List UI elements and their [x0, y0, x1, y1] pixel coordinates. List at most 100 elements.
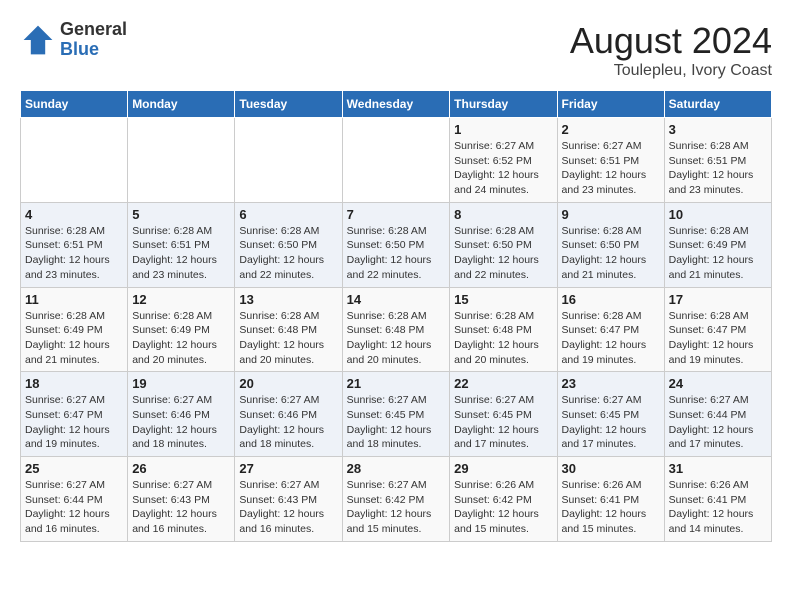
day-number: 18	[25, 376, 123, 391]
calendar-cell	[21, 118, 128, 203]
day-number: 27	[239, 461, 337, 476]
day-number: 10	[669, 207, 767, 222]
day-number: 3	[669, 122, 767, 137]
title-block: August 2024 Toulepleu, Ivory Coast	[570, 20, 772, 80]
calendar-cell: 27Sunrise: 6:27 AMSunset: 6:43 PMDayligh…	[235, 457, 342, 542]
weekday-header-monday: Monday	[128, 91, 235, 118]
day-number: 29	[454, 461, 552, 476]
day-number: 11	[25, 292, 123, 307]
day-info: Sunrise: 6:28 AMSunset: 6:47 PMDaylight:…	[562, 309, 660, 368]
day-info: Sunrise: 6:27 AMSunset: 6:44 PMDaylight:…	[25, 478, 123, 537]
calendar-cell: 18 Sunrise: 6:27 AMSunset: 6:47 PMDayligh…	[21, 372, 128, 457]
sub-title: Toulepleu, Ivory Coast	[570, 62, 772, 80]
day-number: 12	[132, 292, 230, 307]
page-header: General Blue August 2024 Toulepleu, Ivor…	[20, 20, 772, 80]
calendar-cell: 25 Sunrise: 6:27 AMSunset: 6:44 PMDayligh…	[21, 457, 128, 542]
calendar-cell: 7 Sunrise: 6:28 AMSunset: 6:50 PMDaylight…	[342, 202, 450, 287]
weekday-header-tuesday: Tuesday	[235, 91, 342, 118]
day-number: 25	[25, 461, 123, 476]
calendar-cell: 21Sunrise: 6:27 AMSunset: 6:45 PMDayligh…	[342, 372, 450, 457]
weekday-header-wednesday: Wednesday	[342, 91, 450, 118]
logo-blue: Blue	[60, 39, 99, 59]
calendar-cell: 11 Sunrise: 6:28 AMSunset: 6:49 PMDayligh…	[21, 287, 128, 372]
calendar-cell: 8 Sunrise: 6:28 AMSunset: 6:50 PMDaylight…	[450, 202, 557, 287]
day-info: Sunrise: 6:27 AMSunset: 6:45 PMDaylight:…	[454, 393, 552, 452]
calendar-cell: 14 Sunrise: 6:28 AMSunset: 6:48 PMDayligh…	[342, 287, 450, 372]
day-info: Sunrise: 6:27 AMSunset: 6:51 PMDaylight:…	[562, 139, 660, 198]
day-number: 8	[454, 207, 552, 222]
day-info: Sunrise: 6:27 AMSunset: 6:46 PMDaylight:…	[239, 393, 337, 452]
calendar-cell: 28 Sunrise: 6:27 AMSunset: 6:42 PMDayligh…	[342, 457, 450, 542]
calendar-cell: 31Sunrise: 6:26 AMSunset: 6:41 PMDayligh…	[664, 457, 771, 542]
day-number: 21	[347, 376, 446, 391]
calendar-cell: 6 Sunrise: 6:28 AMSunset: 6:50 PMDaylight…	[235, 202, 342, 287]
calendar-cell: 3Sunrise: 6:28 AMSunset: 6:51 PMDaylight…	[664, 118, 771, 203]
day-number: 20	[239, 376, 337, 391]
day-info: Sunrise: 6:28 AMSunset: 6:48 PMDaylight:…	[454, 309, 552, 368]
day-info: Sunrise: 6:28 AMSunset: 6:48 PMDaylight:…	[347, 309, 446, 368]
generalblue-logo-icon	[20, 22, 56, 58]
day-number: 15	[454, 292, 552, 307]
calendar-cell: 24Sunrise: 6:27 AMSunset: 6:44 PMDayligh…	[664, 372, 771, 457]
weekday-header-friday: Friday	[557, 91, 664, 118]
day-info: Sunrise: 6:27 AMSunset: 6:42 PMDaylight:…	[347, 478, 446, 537]
day-info: Sunrise: 6:26 AMSunset: 6:41 PMDaylight:…	[669, 478, 767, 537]
calendar-cell: 9 Sunrise: 6:28 AMSunset: 6:50 PMDaylight…	[557, 202, 664, 287]
day-info: Sunrise: 6:28 AMSunset: 6:50 PMDaylight:…	[562, 224, 660, 283]
day-number: 1	[454, 122, 552, 137]
day-number: 17	[669, 292, 767, 307]
day-info: Sunrise: 6:26 AMSunset: 6:42 PMDaylight:…	[454, 478, 552, 537]
day-number: 16	[562, 292, 660, 307]
day-info: Sunrise: 6:27 AMSunset: 6:46 PMDaylight:…	[132, 393, 230, 452]
day-number: 28	[347, 461, 446, 476]
day-info: Sunrise: 6:28 AMSunset: 6:50 PMDaylight:…	[347, 224, 446, 283]
logo: General Blue	[20, 20, 127, 60]
calendar-cell: 5Sunrise: 6:28 AMSunset: 6:51 PMDaylight…	[128, 202, 235, 287]
day-info: Sunrise: 6:27 AMSunset: 6:52 PMDaylight:…	[454, 139, 552, 198]
calendar-cell: 22 Sunrise: 6:27 AMSunset: 6:45 PMDayligh…	[450, 372, 557, 457]
day-number: 26	[132, 461, 230, 476]
day-number: 23	[562, 376, 660, 391]
calendar-cell: 10 Sunrise: 6:28 AMSunset: 6:49 PMDayligh…	[664, 202, 771, 287]
calendar-cell	[128, 118, 235, 203]
day-info: Sunrise: 6:28 AMSunset: 6:49 PMDaylight:…	[25, 309, 123, 368]
day-number: 2	[562, 122, 660, 137]
day-info: Sunrise: 6:28 AMSunset: 6:47 PMDaylight:…	[669, 309, 767, 368]
calendar-cell	[342, 118, 450, 203]
day-info: Sunrise: 6:26 AMSunset: 6:41 PMDaylight:…	[562, 478, 660, 537]
day-number: 13	[239, 292, 337, 307]
day-number: 7	[347, 207, 446, 222]
calendar-cell: 20 Sunrise: 6:27 AMSunset: 6:46 PMDayligh…	[235, 372, 342, 457]
day-number: 4	[25, 207, 123, 222]
calendar-cell: 30Sunrise: 6:26 AMSunset: 6:41 PMDayligh…	[557, 457, 664, 542]
day-number: 24	[669, 376, 767, 391]
logo-text: General Blue	[60, 20, 127, 60]
day-info: Sunrise: 6:28 AMSunset: 6:49 PMDaylight:…	[132, 309, 230, 368]
calendar-cell: 16 Sunrise: 6:28 AMSunset: 6:47 PMDayligh…	[557, 287, 664, 372]
calendar-table: SundayMondayTuesdayWednesdayThursdayFrid…	[20, 90, 772, 542]
calendar-cell: 1 Sunrise: 6:27 AMSunset: 6:52 PMDaylight…	[450, 118, 557, 203]
weekday-header-saturday: Saturday	[664, 91, 771, 118]
day-info: Sunrise: 6:27 AMSunset: 6:47 PMDaylight:…	[25, 393, 123, 452]
calendar-cell	[235, 118, 342, 203]
calendar-cell: 12 Sunrise: 6:28 AMSunset: 6:49 PMDayligh…	[128, 287, 235, 372]
calendar-cell: 15 Sunrise: 6:28 AMSunset: 6:48 PMDayligh…	[450, 287, 557, 372]
day-info: Sunrise: 6:28 AMSunset: 6:51 PMDaylight:…	[25, 224, 123, 283]
weekday-header-sunday: Sunday	[21, 91, 128, 118]
day-info: Sunrise: 6:27 AMSunset: 6:45 PMDaylight:…	[562, 393, 660, 452]
logo-general: General	[60, 19, 127, 39]
day-info: Sunrise: 6:28 AMSunset: 6:48 PMDaylight:…	[239, 309, 337, 368]
calendar-cell: 4 Sunrise: 6:28 AMSunset: 6:51 PMDaylight…	[21, 202, 128, 287]
day-number: 14	[347, 292, 446, 307]
calendar-cell: 29 Sunrise: 6:26 AMSunset: 6:42 PMDayligh…	[450, 457, 557, 542]
day-info: Sunrise: 6:28 AMSunset: 6:49 PMDaylight:…	[669, 224, 767, 283]
day-info: Sunrise: 6:27 AMSunset: 6:43 PMDaylight:…	[132, 478, 230, 537]
day-info: Sunrise: 6:28 AMSunset: 6:50 PMDaylight:…	[454, 224, 552, 283]
calendar-cell: 17 Sunrise: 6:28 AMSunset: 6:47 PMDayligh…	[664, 287, 771, 372]
day-number: 19	[132, 376, 230, 391]
day-number: 22	[454, 376, 552, 391]
day-number: 9	[562, 207, 660, 222]
day-number: 6	[239, 207, 337, 222]
day-info: Sunrise: 6:28 AMSunset: 6:50 PMDaylight:…	[239, 224, 337, 283]
day-number: 5	[132, 207, 230, 222]
